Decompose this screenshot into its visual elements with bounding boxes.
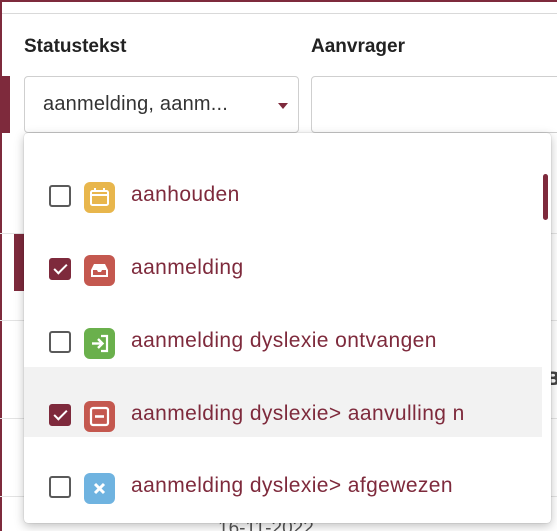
top-border	[0, 0, 557, 14]
dropdown-option[interactable]: aanmelding	[24, 221, 542, 291]
status-filter-label: Statustekst	[24, 36, 127, 57]
status-dropdown-menu: aanhouden aanmelding aanmelding dyslexie…	[24, 133, 551, 523]
option-label: aanhouden	[131, 183, 240, 206]
inbox-icon	[84, 255, 115, 286]
option-checkbox[interactable]	[49, 185, 71, 207]
minus-square-icon	[84, 401, 115, 432]
calendar-icon	[84, 182, 115, 213]
app-frame: B 16-11-2022 Statustekst Aanvrager aanme…	[0, 0, 557, 531]
option-label: aanmelding dyslexie> afgewezen	[131, 474, 453, 497]
option-checkbox[interactable]	[49, 404, 71, 426]
dropdown-scrollbar[interactable]	[543, 174, 548, 220]
option-checkbox[interactable]	[49, 476, 71, 498]
dropdown-option[interactable]: aanhouden	[24, 148, 542, 218]
option-label: aanmelding dyslexie ontvangen	[131, 329, 437, 352]
status-selected-value: aanmelding, aanm...	[43, 93, 229, 115]
background-button-edge	[0, 76, 10, 133]
dropdown-option[interactable]: aanmelding dyslexie> afgewezen	[24, 439, 542, 509]
option-checkbox[interactable]	[49, 258, 71, 280]
option-label: aanmelding dyslexie> aanvulling n	[131, 402, 465, 425]
applicant-input[interactable]	[311, 76, 557, 133]
dropdown-option[interactable]: aanmelding dyslexie> aanvulling n	[24, 367, 542, 437]
divider	[0, 13, 557, 14]
sign-in-icon	[84, 328, 115, 359]
option-label: aanmelding	[131, 256, 244, 279]
caret-down-icon[interactable]	[278, 103, 288, 109]
option-checkbox[interactable]	[49, 331, 71, 353]
applicant-filter-label: Aanvrager	[311, 36, 405, 57]
close-square-icon	[84, 473, 115, 504]
dropdown-option[interactable]: aanmelding dyslexie ontvangen	[24, 294, 542, 364]
status-multiselect[interactable]: aanmelding, aanm...	[24, 76, 299, 133]
